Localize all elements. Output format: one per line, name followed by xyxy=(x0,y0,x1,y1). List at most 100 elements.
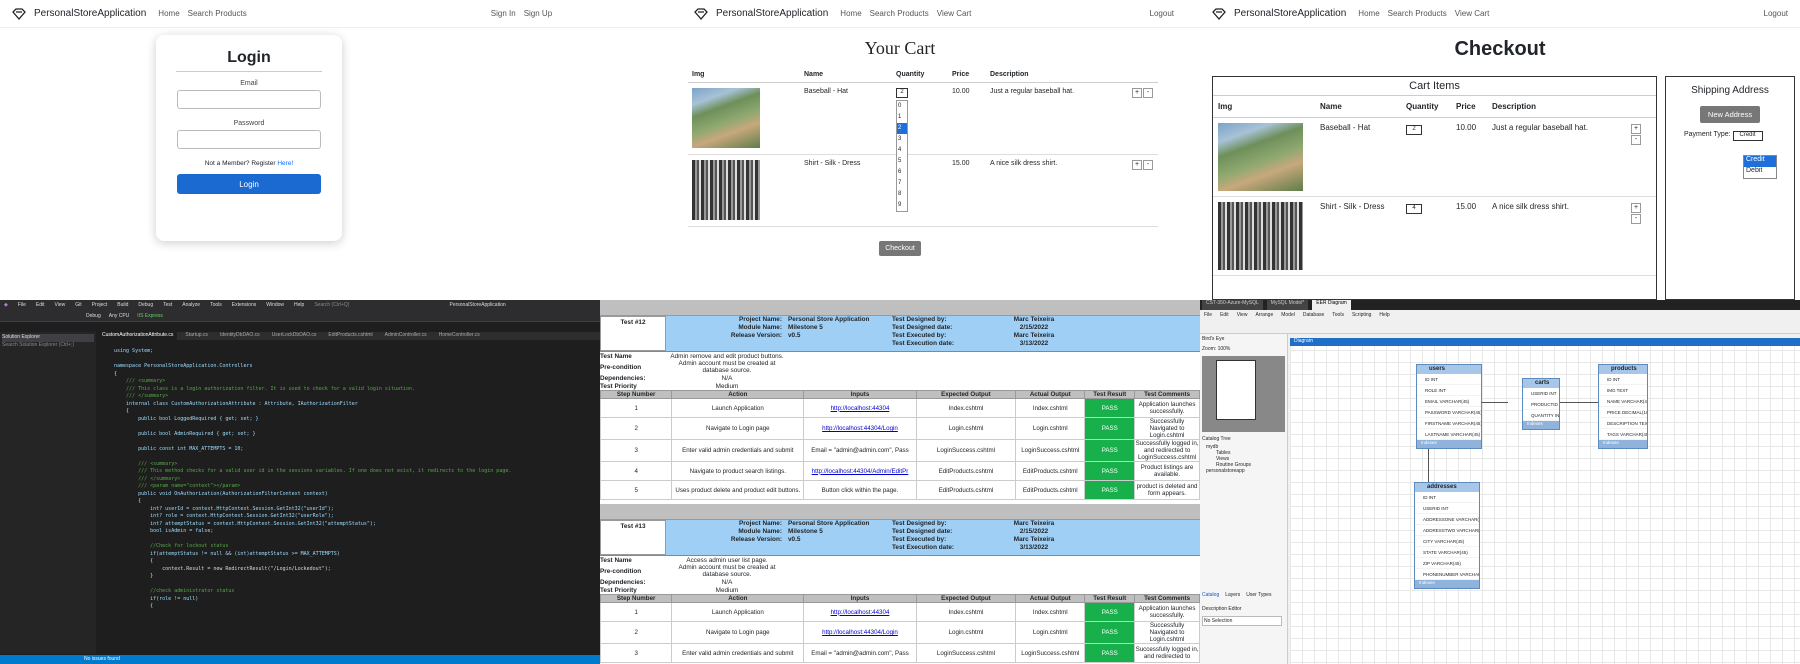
quantity-option[interactable]: 9 xyxy=(897,200,907,211)
nav-view-cart[interactable]: View Cart xyxy=(1455,9,1490,18)
table-indexes[interactable]: Indexes xyxy=(1417,440,1481,448)
menu-tools[interactable]: Tools xyxy=(210,302,222,308)
tab-catalog[interactable]: Catalog xyxy=(1202,592,1219,598)
nav-view-cart[interactable]: View Cart xyxy=(937,9,972,18)
menu-debug[interactable]: Debug xyxy=(138,302,153,308)
table-column[interactable]: IMG TEXT xyxy=(1599,385,1647,396)
editor-tab[interactable]: AdminController.cs xyxy=(381,332,431,340)
tab-layers[interactable]: Layers xyxy=(1225,592,1240,598)
table-column[interactable]: USERID INT xyxy=(1523,388,1559,399)
step-link[interactable]: http://localhost:44304/Login xyxy=(822,425,898,432)
decrease-button[interactable]: - xyxy=(1631,214,1641,224)
solution-item[interactable]: Search Solution Explorer (Ctrl+;) xyxy=(2,342,94,350)
quantity-select[interactable]: 2 xyxy=(1406,125,1422,135)
tab-user-types[interactable]: User Types xyxy=(1246,592,1271,598)
nav-search-products[interactable]: Search Products xyxy=(870,9,929,18)
table-users[interactable]: users ID INT ROLE INT EMAIL VARCHAR(45) PASS… xyxy=(1416,364,1482,449)
menu-model[interactable]: Model xyxy=(1281,312,1295,318)
platform-select[interactable]: Any CPU xyxy=(109,313,130,319)
quantity-option[interactable]: 3 xyxy=(897,134,907,145)
menu-extensions[interactable]: Extensions xyxy=(232,302,256,308)
brand[interactable]: PersonalStoreApplication xyxy=(716,8,828,19)
menu-git[interactable]: Git xyxy=(75,302,81,308)
payment-option-credit[interactable]: Credit xyxy=(1744,156,1776,167)
config-select[interactable]: Debug xyxy=(86,313,101,319)
table-column[interactable]: PRODUCTID INT xyxy=(1523,399,1559,410)
table-column[interactable]: DESCRIPTION TEXT xyxy=(1599,418,1647,429)
register-link[interactable]: Here! xyxy=(277,160,293,167)
nav-search-products[interactable]: Search Products xyxy=(1388,9,1447,18)
new-address-button[interactable]: New Address xyxy=(1699,106,1761,123)
step-link[interactable]: http://localhost:44304/Admin/EditPr xyxy=(812,468,909,475)
table-column[interactable]: EMAIL VARCHAR(45) xyxy=(1417,396,1481,407)
menu-help[interactable]: Help xyxy=(294,302,304,308)
quantity-select[interactable]: 2 xyxy=(896,88,908,98)
editor-tab[interactable]: EditProducts.cshtml xyxy=(324,332,376,340)
step-link[interactable]: http://localhost:44304 xyxy=(831,609,890,616)
menu-tools[interactable]: Tools xyxy=(1332,312,1344,318)
menu-edit[interactable]: Edit xyxy=(1220,312,1229,318)
menu-view[interactable]: View xyxy=(1237,312,1248,318)
quantity-select[interactable]: 4 xyxy=(1406,204,1422,214)
table-column[interactable]: ADDRESSTWO VARCHAR(45) xyxy=(1415,525,1479,536)
payment-select[interactable]: Credit xyxy=(1732,131,1763,141)
menu-arrange[interactable]: Arrange xyxy=(1255,312,1273,318)
table-column[interactable]: ADDRESSONE VARCHAR(45) xyxy=(1415,514,1479,525)
quantity-option[interactable]: 8 xyxy=(897,189,907,200)
increase-button[interactable]: + xyxy=(1132,160,1142,170)
nav-home[interactable]: Home xyxy=(1358,9,1379,18)
menu-database[interactable]: Database xyxy=(1303,312,1324,318)
quantity-option[interactable]: 4 xyxy=(897,145,907,156)
editor-tab[interactable]: Startup.cs xyxy=(181,332,212,340)
nav-search-products[interactable]: Search Products xyxy=(188,9,247,18)
decrease-button[interactable]: - xyxy=(1143,160,1153,170)
table-column[interactable]: PHONENUMBER VARCHAR(45) xyxy=(1415,569,1479,580)
tab-model[interactable]: MySQL Model* xyxy=(1266,300,1309,310)
menu-help[interactable]: Help xyxy=(1379,312,1389,318)
step-link[interactable]: http://localhost:44304 xyxy=(831,405,890,412)
checkout-button[interactable]: Checkout xyxy=(879,241,921,256)
menu-edit[interactable]: Edit xyxy=(36,302,45,308)
table-column[interactable]: TAGS VARCHAR(45) xyxy=(1599,429,1647,440)
editor-tab[interactable]: UserLockDbDAO.cs xyxy=(268,332,321,340)
tab-connection[interactable]: CST-350-Azure-MySQL xyxy=(1202,300,1263,310)
editor-tab[interactable]: CustomAuthorizationAttribute.cs xyxy=(98,332,178,340)
payment-option-debit[interactable]: Debit xyxy=(1744,167,1776,178)
brand[interactable]: PersonalStoreApplication xyxy=(34,8,146,19)
nav-home[interactable]: Home xyxy=(840,9,861,18)
nav-logout[interactable]: Logout xyxy=(1150,9,1174,18)
table-indexes[interactable]: Indexes xyxy=(1599,440,1647,448)
menu-file[interactable]: File xyxy=(1204,312,1212,318)
menu-test[interactable]: Test xyxy=(163,302,172,308)
menu-window[interactable]: Window xyxy=(266,302,284,308)
table-column[interactable]: LASTNAME VARCHAR(45) xyxy=(1417,429,1481,440)
brand[interactable]: PersonalStoreApplication xyxy=(1234,8,1346,19)
table-column[interactable]: USERID INT xyxy=(1415,503,1479,514)
editor-tab[interactable]: HomeController.cs xyxy=(435,332,484,340)
nav-sign-up[interactable]: Sign Up xyxy=(524,9,552,18)
menu-build[interactable]: Build xyxy=(117,302,128,308)
nav-home[interactable]: Home xyxy=(158,9,179,18)
increase-button[interactable]: + xyxy=(1631,124,1641,134)
quantity-option[interactable]: 1 xyxy=(897,112,907,123)
increase-button[interactable]: + xyxy=(1631,203,1641,213)
quantity-option[interactable]: 0 xyxy=(897,101,907,112)
table-indexes[interactable]: Indexes xyxy=(1415,580,1479,588)
table-column[interactable]: STATE VARCHAR(45) xyxy=(1415,547,1479,558)
eer-diagram-canvas[interactable]: Diagram users ID INT ROLE INT EMAIL VARCHAR… xyxy=(1290,338,1800,664)
quantity-option[interactable]: 7 xyxy=(897,178,907,189)
menu-scripting[interactable]: Scripting xyxy=(1352,312,1371,318)
increase-button[interactable]: + xyxy=(1132,88,1142,98)
catalog-item[interactable]: personalstoreapp xyxy=(1200,468,1287,474)
password-field[interactable] xyxy=(177,130,321,149)
table-column[interactable]: PRICE DECIMAL(10,2) xyxy=(1599,407,1647,418)
table-column[interactable]: ID INT xyxy=(1415,492,1479,503)
table-indexes[interactable]: Indexes xyxy=(1523,421,1559,429)
nav-logout[interactable]: Logout xyxy=(1764,9,1788,18)
zoom-select[interactable]: 100% xyxy=(1218,346,1231,352)
nav-sign-in[interactable]: Sign In xyxy=(491,9,516,18)
quantity-option-selected[interactable]: 2 xyxy=(897,123,907,134)
code-editor[interactable]: using System; namespace PersonalStoreAppl… xyxy=(100,348,600,654)
selection-select[interactable]: No Selection xyxy=(1202,616,1282,626)
birds-eye-view[interactable] xyxy=(1202,356,1285,432)
